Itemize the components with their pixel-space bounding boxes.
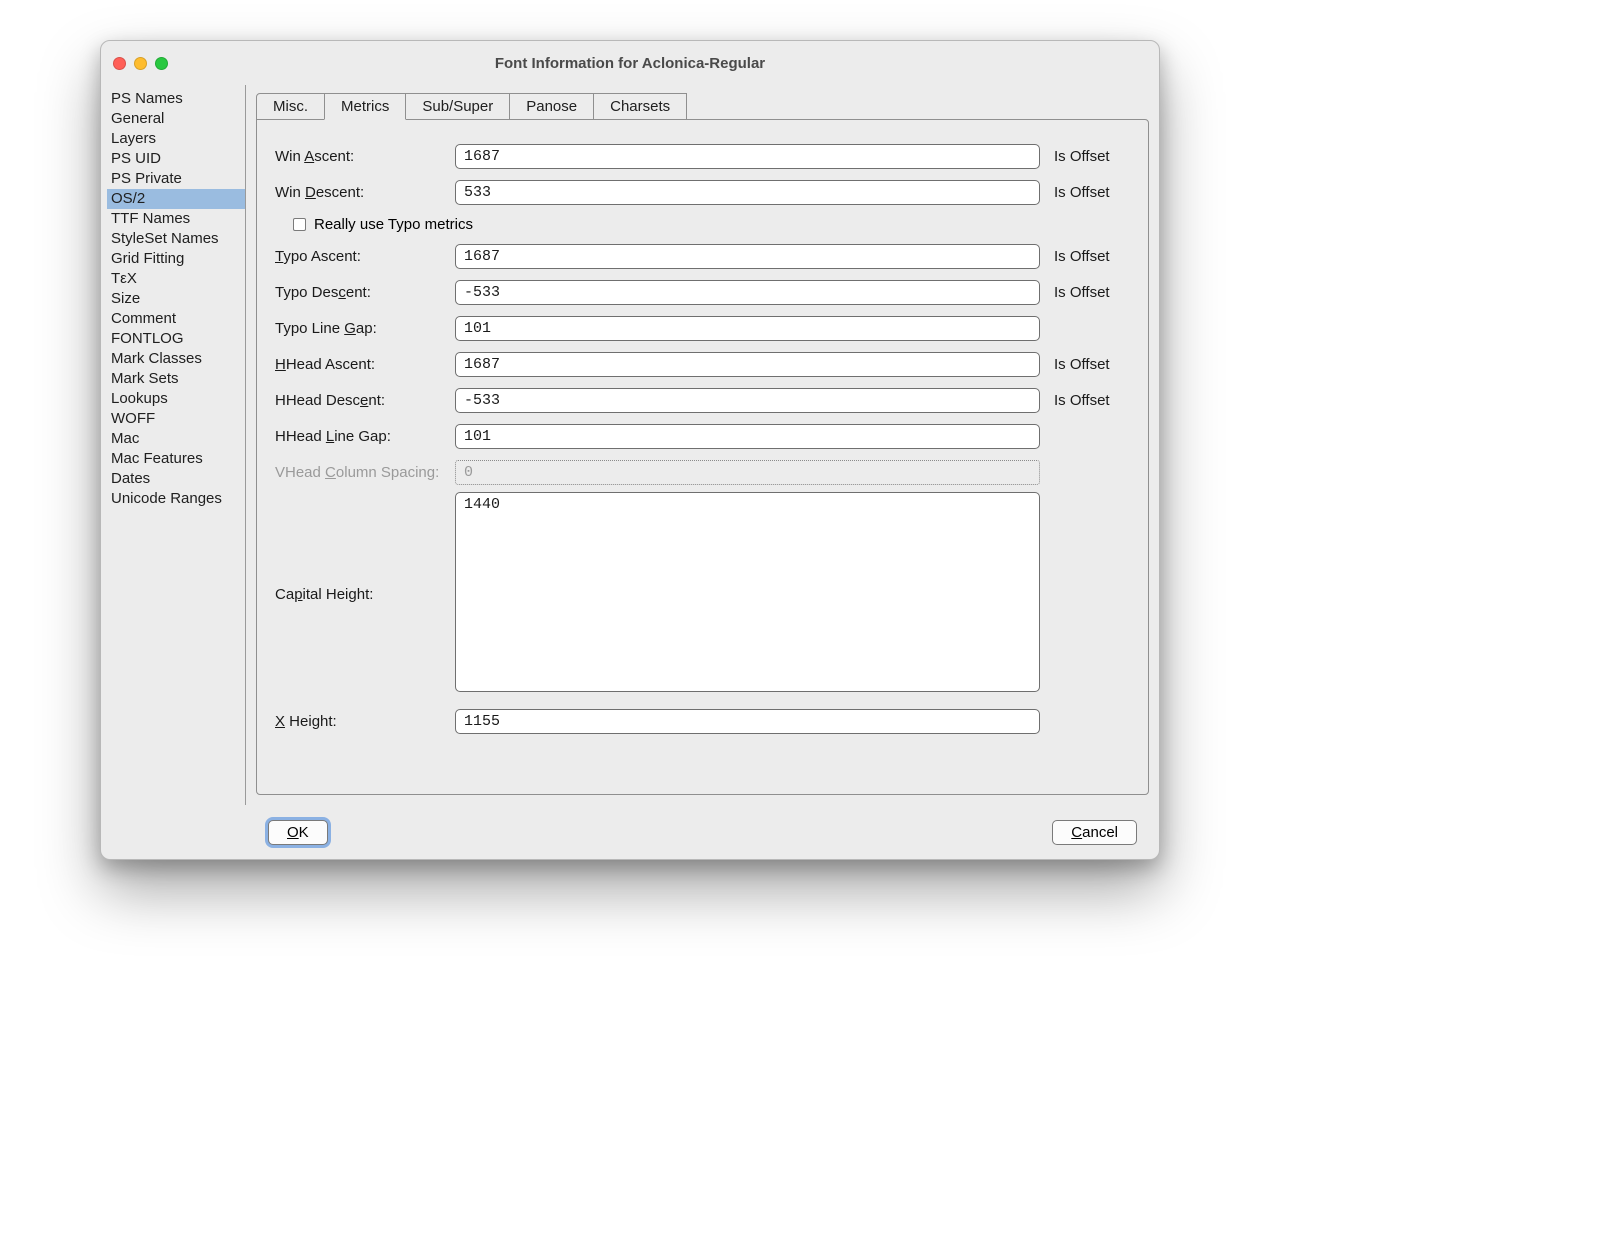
- tab-panose[interactable]: Panose: [509, 93, 594, 120]
- hhead-descent-label: HHead Descent:: [275, 392, 455, 409]
- font-info-window: Font Information for Aclonica-Regular PS…: [100, 40, 1160, 860]
- sidebar-item-dates[interactable]: Dates: [107, 469, 245, 489]
- win-ascent-label: Win Ascent:: [275, 148, 455, 165]
- hhead-ascent-offset-label[interactable]: Is Offset: [1048, 356, 1130, 373]
- cancel-button[interactable]: Cancel: [1052, 820, 1137, 845]
- tab-charsets[interactable]: Charsets: [593, 93, 687, 120]
- dialog-footer: OK Cancel: [101, 805, 1159, 859]
- sidebar-item-mac-features[interactable]: Mac Features: [107, 449, 245, 469]
- minimize-icon[interactable]: [134, 57, 147, 70]
- typo-descent-offset-label[interactable]: Is Offset: [1048, 284, 1130, 301]
- x-height-field[interactable]: [455, 709, 1040, 734]
- window-title: Font Information for Aclonica-Regular: [101, 55, 1159, 72]
- sidebar-item-ps-private[interactable]: PS Private: [107, 169, 245, 189]
- sidebar-item-grid-fitting[interactable]: Grid Fitting: [107, 249, 245, 269]
- sidebar-item-styleset-names[interactable]: StyleSet Names: [107, 229, 245, 249]
- hhead-linegap-label: HHead Line Gap:: [275, 428, 455, 445]
- sidebar-item-comment[interactable]: Comment: [107, 309, 245, 329]
- win-descent-label: Win Descent:: [275, 184, 455, 201]
- zoom-icon[interactable]: [155, 57, 168, 70]
- ok-button[interactable]: OK: [268, 820, 328, 845]
- typo-descent-label: Typo Descent:: [275, 284, 455, 301]
- typo-linegap-field[interactable]: [455, 316, 1040, 341]
- hhead-descent-field[interactable]: [455, 388, 1040, 413]
- win-ascent-field[interactable]: [455, 144, 1040, 169]
- window-controls: [113, 57, 168, 70]
- hhead-ascent-field[interactable]: [455, 352, 1040, 377]
- typo-linegap-label: Typo Line Gap:: [275, 320, 455, 337]
- typo-ascent-label: Typo Ascent:: [275, 248, 455, 265]
- close-icon[interactable]: [113, 57, 126, 70]
- typo-ascent-field[interactable]: [455, 244, 1040, 269]
- sidebar-item-size[interactable]: Size: [107, 289, 245, 309]
- really-use-typo-checkbox[interactable]: [293, 218, 306, 231]
- win-ascent-offset-label[interactable]: Is Offset: [1048, 148, 1130, 165]
- typo-descent-field[interactable]: [455, 280, 1040, 305]
- hhead-descent-offset-label[interactable]: Is Offset: [1048, 392, 1130, 409]
- sidebar-item-lookups[interactable]: Lookups: [107, 389, 245, 409]
- sidebar-item-layers[interactable]: Layers: [107, 129, 245, 149]
- tab-misc[interactable]: Misc.: [256, 93, 325, 120]
- sidebar-item-fontlog[interactable]: FONTLOG: [107, 329, 245, 349]
- sidebar-item-unicode-ranges[interactable]: Unicode Ranges: [107, 489, 245, 509]
- hhead-ascent-label: HHead Ascent:: [275, 356, 455, 373]
- vhead-spacing-field: [455, 460, 1040, 485]
- sidebar-item-tex[interactable]: TεX: [107, 269, 245, 289]
- typo-ascent-offset-label[interactable]: Is Offset: [1048, 248, 1130, 265]
- sidebar-item-ttf-names[interactable]: TTF Names: [107, 209, 245, 229]
- sidebar-item-woff[interactable]: WOFF: [107, 409, 245, 429]
- sidebar-item-ps-names[interactable]: PS Names: [107, 89, 245, 109]
- x-height-label: X Height:: [275, 713, 455, 730]
- hhead-linegap-field[interactable]: [455, 424, 1040, 449]
- sidebar-item-mark-classes[interactable]: Mark Classes: [107, 349, 245, 369]
- main-panel: Misc. Metrics Sub/Super Panose Charsets …: [246, 85, 1159, 805]
- vhead-spacing-label: VHead Column Spacing:: [275, 464, 455, 481]
- win-descent-field[interactable]: [455, 180, 1040, 205]
- tab-subsuper[interactable]: Sub/Super: [405, 93, 510, 120]
- capital-height-field[interactable]: [455, 492, 1040, 692]
- titlebar: Font Information for Aclonica-Regular: [101, 41, 1159, 85]
- sidebar: PS Names General Layers PS UID PS Privat…: [101, 85, 246, 805]
- sidebar-item-ps-uid[interactable]: PS UID: [107, 149, 245, 169]
- metrics-panel: Win Ascent: Is Offset Win Descent: Is Of…: [256, 119, 1149, 795]
- sidebar-item-os2[interactable]: OS/2: [107, 189, 245, 209]
- really-use-typo-label: Really use Typo metrics: [314, 216, 473, 233]
- tab-metrics[interactable]: Metrics: [324, 93, 406, 120]
- capital-height-label: Capital Height:: [275, 586, 455, 603]
- tab-bar: Misc. Metrics Sub/Super Panose Charsets: [256, 93, 1149, 120]
- win-descent-offset-label[interactable]: Is Offset: [1048, 184, 1130, 201]
- sidebar-item-mark-sets[interactable]: Mark Sets: [107, 369, 245, 389]
- sidebar-item-mac[interactable]: Mac: [107, 429, 245, 449]
- sidebar-item-general[interactable]: General: [107, 109, 245, 129]
